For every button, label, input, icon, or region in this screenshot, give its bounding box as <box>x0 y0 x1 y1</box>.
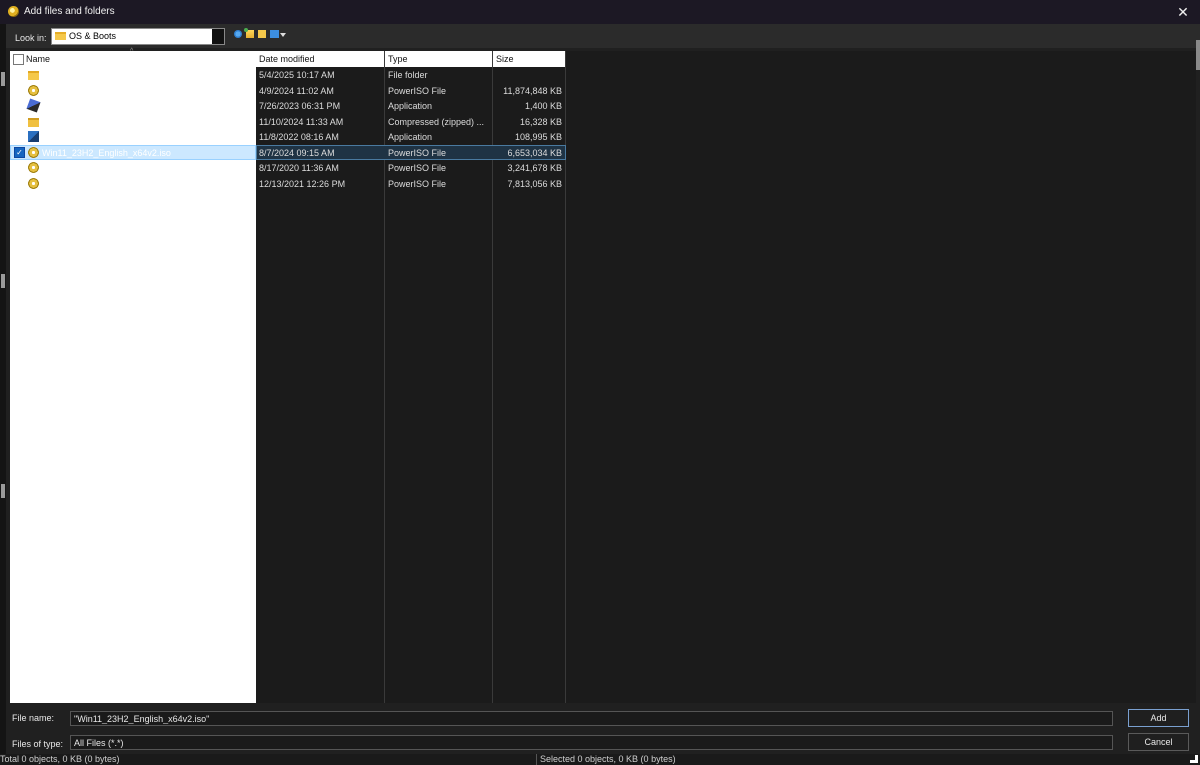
iso-file-icon <box>28 84 39 96</box>
file-size: 16,328 KB <box>519 116 562 127</box>
status-divider <box>536 754 537 765</box>
look-in-label: Look in: <box>15 33 47 43</box>
file-date: 5/4/2025 10:17 AM <box>259 70 335 80</box>
files-of-type-label: Files of type: <box>12 739 64 749</box>
list-item[interactable]: 11/8/2022 08:16 AM Application 108,995 K… <box>10 129 566 145</box>
file-type: Compressed (zipped) ... <box>388 116 485 127</box>
edge-marker <box>1 72 5 86</box>
status-total: Total 0 objects, 0 KB (0 bytes) <box>0 754 120 764</box>
status-selected: Selected 0 objects, 0 KB (0 bytes) <box>540 754 676 764</box>
file-date: 11/10/2024 11:33 AM <box>259 116 344 127</box>
look-in-value: OS & Boots <box>69 31 117 41</box>
edge-marker <box>1 484 5 498</box>
file-date: 8/7/2024 09:15 AM <box>259 147 335 158</box>
application-icon <box>26 98 41 113</box>
window-title: Add files and folders <box>24 6 115 17</box>
iso-file-icon <box>28 177 39 189</box>
list-item[interactable]: 4/9/2024 11:02 AM PowerISO File 11,874,8… <box>10 83 566 99</box>
file-date: 12/13/2021 12:26 PM <box>259 178 346 189</box>
vertical-scrollbar[interactable] <box>1196 40 1200 70</box>
zip-folder-icon <box>28 117 39 127</box>
file-type: PowerISO File <box>388 163 447 173</box>
file-size: 108,995 KB <box>514 132 562 142</box>
file-size: 3,241,678 KB <box>507 163 562 173</box>
folder-icon <box>28 71 39 80</box>
cancel-button[interactable]: Cancel <box>1128 733 1189 751</box>
iso-file-icon <box>28 162 39 173</box>
type-column-header[interactable]: Type <box>388 54 408 64</box>
size-column-header[interactable]: Size <box>496 54 514 64</box>
look-in-toolbar: Look in: OS & Boots <box>6 24 1200 48</box>
file-list[interactable]: Name ^ Date modified Type Size 5/4/2025 … <box>10 48 1196 703</box>
list-item-selected[interactable]: ✓ Win11_23H2_English_x64v2.iso 8/7/2024 … <box>10 144 566 161</box>
create-folder-icon[interactable] <box>258 30 266 38</box>
up-one-level-icon[interactable] <box>234 30 242 38</box>
list-item[interactable]: 7/26/2023 06:31 PM Application 1,400 KB <box>10 98 566 114</box>
resize-grip-icon[interactable] <box>1190 755 1198 763</box>
virtualbox-icon <box>28 131 39 142</box>
sort-up-icon: ^ <box>130 48 134 55</box>
chevron-down-icon[interactable] <box>280 33 286 37</box>
row-checkbox[interactable]: ✓ <box>14 146 25 158</box>
list-item[interactable]: 5/4/2025 10:17 AM File folder <box>10 67 566 83</box>
folder-icon <box>55 32 66 40</box>
edge-marker <box>1 274 5 288</box>
file-date: 11/8/2022 08:16 AM <box>259 132 339 142</box>
name-column-header[interactable]: Name ^ <box>10 48 256 67</box>
file-date: 7/26/2023 06:31 PM <box>259 101 341 111</box>
add-button[interactable]: Add <box>1128 709 1189 727</box>
file-name: Win11_23H2_English_x64v2.iso <box>42 147 171 158</box>
file-name-label: File name: <box>12 713 55 723</box>
name-header-label: Name <box>26 54 51 64</box>
files-of-type-value: All Files (*.*) <box>74 738 124 748</box>
files-of-type-dropdown[interactable]: All Files (*.*) <box>70 735 1113 750</box>
poweriso-app-icon <box>8 6 19 17</box>
file-type: File folder <box>388 70 428 80</box>
file-size: 1,400 KB <box>524 101 562 111</box>
dropdown-arrow[interactable] <box>212 29 224 44</box>
file-type: Application <box>388 132 433 142</box>
file-type: PowerISO File <box>388 178 447 189</box>
look-in-dropdown[interactable]: OS & Boots <box>51 28 225 45</box>
file-type: PowerISO File <box>388 147 447 158</box>
background-window-edge <box>0 24 6 765</box>
view-menu-icon[interactable] <box>270 30 279 38</box>
close-button[interactable]: ✕ <box>1174 3 1192 21</box>
list-item[interactable]: 8/17/2020 11:36 AM PowerISO File 3,241,6… <box>10 160 566 176</box>
new-item-icon[interactable] <box>244 28 254 38</box>
file-type: PowerISO File <box>388 85 447 96</box>
file-size: 7,813,056 KB <box>507 178 562 189</box>
file-type: Application <box>388 101 433 111</box>
iso-file-icon <box>28 146 39 158</box>
file-size: 6,653,034 KB <box>507 147 562 158</box>
title-bar: Add files and folders ✕ <box>0 0 1200 24</box>
file-date: 8/17/2020 11:36 AM <box>259 163 339 173</box>
list-item[interactable]: 11/10/2024 11:33 AM Compressed (zipped) … <box>10 114 566 130</box>
list-item[interactable]: 12/13/2021 12:26 PM PowerISO File 7,813,… <box>10 176 566 192</box>
select-all-checkbox[interactable] <box>13 54 24 65</box>
file-date: 4/9/2024 11:02 AM <box>259 85 334 96</box>
date-column-header[interactable]: Date modified <box>259 54 315 64</box>
file-name-field[interactable] <box>70 711 1113 726</box>
file-size: 11,874,848 KB <box>503 85 562 96</box>
status-bar: Total 0 objects, 0 KB (0 bytes) Selected… <box>0 754 1200 765</box>
details-column-header: Date modified Type Size <box>256 51 566 67</box>
